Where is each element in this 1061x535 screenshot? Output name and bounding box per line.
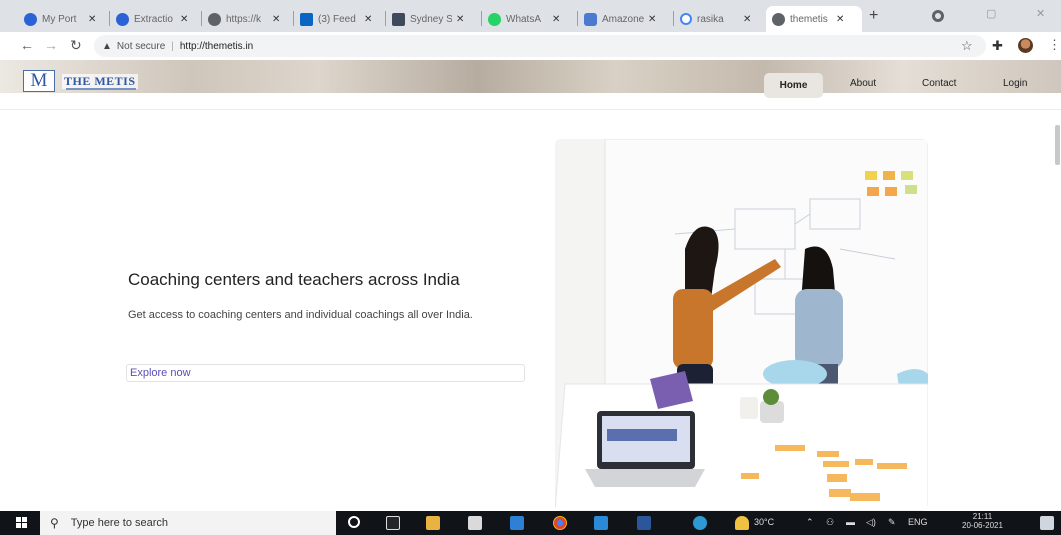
- menu-kebab-icon[interactable]: ⋮: [1048, 37, 1061, 53]
- tab-favicon-icon: [488, 12, 501, 26]
- tab-close-icon[interactable]: ✕: [648, 14, 656, 25]
- browser-tab-active[interactable]: themetis ✕: [766, 6, 862, 32]
- clock-time: 21:11: [972, 512, 993, 521]
- tab-close-icon[interactable]: ✕: [456, 14, 464, 25]
- new-tab-button[interactable]: +: [869, 7, 878, 25]
- nav-login-link[interactable]: Login: [1003, 78, 1027, 89]
- chrome-icon[interactable]: [553, 516, 567, 530]
- tab-favicon-icon: [24, 12, 37, 26]
- volume-icon[interactable]: ◁): [866, 517, 876, 528]
- tab-close-icon[interactable]: ✕: [364, 14, 372, 25]
- mail-icon[interactable]: [510, 516, 524, 530]
- tab-close-icon[interactable]: ✕: [743, 14, 751, 25]
- windows-taskbar: ⚲ Type here to search 30°C ⌃ ⚇ ▬ ◁) ✎ EN…: [0, 511, 1061, 535]
- search-icon: ⚲: [50, 516, 59, 530]
- word-icon[interactable]: [637, 516, 651, 530]
- tab-label: (3) Feed: [318, 13, 356, 25]
- people-icon[interactable]: ⚇: [826, 517, 834, 528]
- cortana-icon[interactable]: [348, 516, 360, 528]
- vscode-icon[interactable]: [594, 516, 608, 530]
- tab-close-icon[interactable]: ✕: [272, 14, 280, 25]
- tab-favicon-icon: [584, 12, 597, 26]
- help-icon[interactable]: [693, 516, 707, 530]
- restore-window-icon[interactable]: ▢: [986, 7, 996, 20]
- store-icon[interactable]: [468, 516, 482, 530]
- explore-now-button[interactable]: Explore now: [126, 364, 525, 382]
- nav-home-button[interactable]: Home: [764, 73, 823, 98]
- browser-tab-strip: My Port ✕ Extractio ✕ https://k ✕ (3) Fe…: [0, 0, 1061, 32]
- language-indicator[interactable]: ENG: [908, 517, 928, 527]
- reload-icon[interactable]: ↻: [70, 37, 82, 54]
- file-explorer-icon[interactable]: [426, 516, 440, 530]
- tab-favicon-icon: [392, 12, 405, 26]
- clock-date: 20-06-2021: [962, 521, 1003, 530]
- bookmark-star-icon[interactable]: ☆: [961, 38, 973, 54]
- nav-contact-link[interactable]: Contact: [922, 78, 956, 89]
- notifications-icon[interactable]: [1040, 516, 1054, 530]
- nav-about-link[interactable]: About: [850, 78, 876, 89]
- tab-label: Amazone: [602, 13, 644, 25]
- tab-label: My Port: [42, 13, 77, 25]
- browser-tab[interactable]: My Port ✕: [18, 6, 110, 32]
- weather-icon[interactable]: [735, 516, 749, 530]
- forward-arrow-icon[interactable]: →: [44, 37, 58, 53]
- security-label: Not secure: [116, 40, 166, 52]
- hero-title: Coaching centers and teachers across Ind…: [128, 270, 460, 289]
- battery-icon[interactable]: ▬: [846, 517, 855, 527]
- tab-label: https://k: [226, 13, 262, 25]
- tab-label: WhatsA: [506, 13, 542, 25]
- close-window-icon[interactable]: ✕: [1036, 7, 1045, 20]
- extensions-puzzle-icon[interactable]: ✚: [992, 38, 1003, 54]
- warning-icon: ▲: [102, 40, 112, 52]
- whiteboard-team-illustration: [555, 139, 928, 511]
- user-avatar[interactable]: [1018, 38, 1033, 53]
- google-icon: [680, 13, 692, 25]
- tab-favicon-icon: [208, 12, 221, 26]
- site-header: M THE METIS Home About Contact Login: [0, 60, 1061, 98]
- header-divider: [0, 109, 1061, 110]
- browser-tab[interactable]: Sydney S ✕: [386, 6, 482, 32]
- taskbar-search-placeholder: Type here to search: [70, 517, 169, 529]
- browser-tab[interactable]: (3) Feed ✕: [294, 6, 386, 32]
- tab-label: rasika: [697, 13, 724, 25]
- address-separator: |: [171, 40, 174, 52]
- browser-tab[interactable]: rasika ✕: [674, 6, 766, 32]
- browser-toolbar: ← → ↻ ▲ Not secure | http://themetis.in …: [0, 32, 1061, 60]
- tab-label: themetis: [790, 13, 828, 25]
- task-view-icon[interactable]: [386, 516, 400, 530]
- tab-favicon-icon: [772, 12, 785, 26]
- browser-tab[interactable]: WhatsA ✕: [482, 6, 578, 32]
- tab-favicon-icon: [300, 12, 313, 26]
- pen-icon[interactable]: ✎: [888, 517, 896, 528]
- windows-start-icon[interactable]: [16, 517, 28, 529]
- tab-favicon-icon: [116, 12, 129, 26]
- taskbar-search-box[interactable]: ⚲ Type here to search: [40, 511, 336, 535]
- tab-close-icon[interactable]: ✕: [552, 14, 560, 25]
- browser-tab[interactable]: Amazone ✕: [578, 6, 674, 32]
- weather-temperature[interactable]: 30°C: [754, 517, 774, 527]
- browser-tab[interactable]: https://k ✕: [202, 6, 294, 32]
- tab-close-icon[interactable]: ✕: [88, 14, 96, 25]
- logo-text[interactable]: THE METIS: [62, 74, 138, 89]
- profile-icon[interactable]: [932, 10, 944, 22]
- address-bar[interactable]: ▲ Not secure | http://themetis.in: [94, 35, 986, 57]
- show-hidden-icons-icon[interactable]: ⌃: [806, 517, 814, 528]
- url-text: http://themetis.in: [179, 40, 254, 52]
- tab-close-icon[interactable]: ✕: [836, 14, 844, 25]
- tab-label: Sydney S: [410, 13, 452, 25]
- tab-label: Extractio: [134, 13, 173, 25]
- tab-close-icon[interactable]: ✕: [180, 14, 188, 25]
- back-arrow-icon[interactable]: ←: [20, 37, 34, 53]
- browser-tab[interactable]: Extractio ✕: [110, 6, 202, 32]
- hero-image: [555, 139, 928, 511]
- logo-mark[interactable]: M: [23, 70, 55, 92]
- clock[interactable]: 21:11 20-06-2021: [955, 512, 1010, 530]
- logo-underline: [66, 88, 136, 90]
- page-scrollbar[interactable]: [1055, 125, 1060, 165]
- hero-subtitle: Get access to coaching centers and indiv…: [128, 309, 473, 321]
